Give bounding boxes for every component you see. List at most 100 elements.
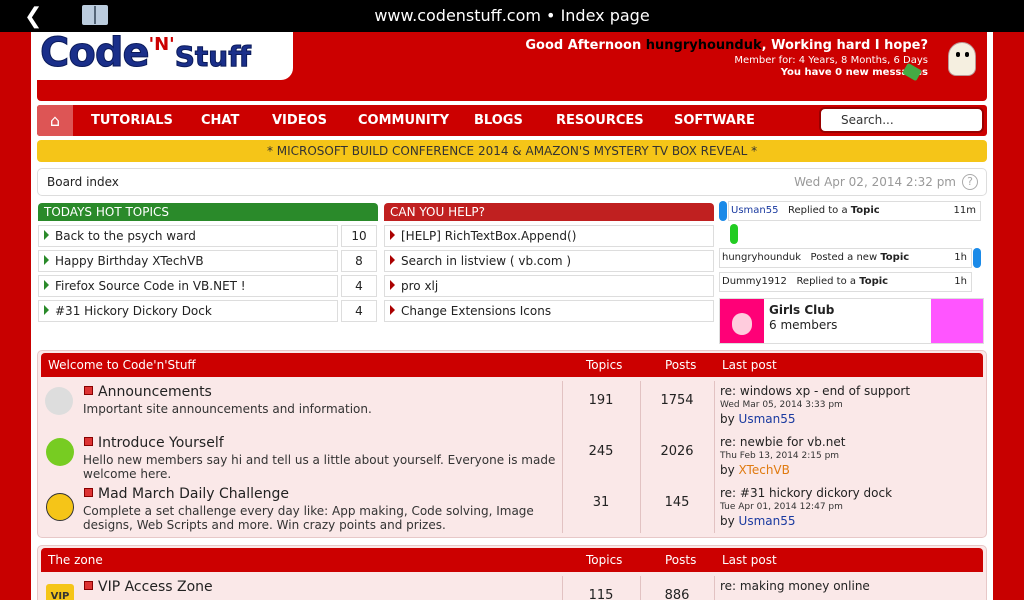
forum-title[interactable]: VIP Access Zone (84, 579, 213, 595)
arrow-icon (390, 280, 395, 290)
col-topics: Topics (586, 553, 623, 567)
megaphone-icon (45, 387, 73, 415)
divider (562, 381, 563, 533)
divider (640, 576, 641, 600)
club-color-swatch (931, 299, 983, 343)
help-topic-item[interactable]: [HELP] RichTextBox.Append() (384, 225, 714, 247)
col-posts: Posts (665, 358, 697, 372)
col-topics: Topics (586, 358, 623, 372)
hot-topic-item[interactable]: Back to the psych ward (38, 225, 338, 247)
forum-title[interactable]: Introduce Yourself (84, 435, 224, 451)
last-post-link[interactable]: re: making money online (720, 579, 870, 593)
breadcrumb: Board index Wed Apr 02, 2014 2:32 pm ? (37, 168, 987, 196)
forum-category: The zone Topics Posts Last post VIP VIP … (37, 545, 987, 600)
hot-topic-count: 8 (341, 250, 377, 272)
col-posts: Posts (665, 553, 697, 567)
nav-blogs[interactable]: BLOGS (474, 113, 523, 128)
forum-status-icon (84, 581, 93, 590)
activity-item[interactable]: Usman55 Replied to a Topic 11m (728, 201, 981, 221)
forum-description: Hello new members say hi and tell us a l… (83, 453, 556, 481)
activity-bubble (973, 248, 981, 268)
forum-category: Welcome to Code'n'Stuff Topics Posts Las… (37, 350, 987, 538)
hot-topic-item[interactable]: #31 Hickory Dickory Dock (38, 300, 338, 322)
forum-topics-count: 191 (588, 393, 614, 408)
nav-tutorials[interactable]: TUTORIALS (91, 113, 173, 128)
last-post-user[interactable]: XTechVB (739, 463, 790, 477)
username-link[interactable]: hungryhounduk (646, 38, 762, 53)
col-last-post: Last post (722, 553, 777, 567)
user-greeting: Good Afternoon hungryhounduk, Working ha… (525, 38, 928, 78)
arrow-icon (390, 305, 395, 315)
breadcrumb-board-index[interactable]: Board index (47, 175, 119, 189)
nav-videos[interactable]: VIDEOS (272, 113, 327, 128)
activity-bubble (730, 224, 738, 244)
activity-item[interactable]: hungryhounduk Posted a new Topic 1h (719, 248, 972, 268)
browser-bar: ❮ www.codenstuff.com • Index page (0, 0, 1024, 32)
last-post-date: Thu Feb 13, 2014 2:15 pm (720, 451, 840, 461)
forum-description: Important site announcements and informa… (83, 402, 372, 416)
member-duration: Member for: 4 Years, 8 Months, 6 Days (734, 55, 928, 66)
hot-topic-count: 10 (341, 225, 377, 247)
club-members: 6 members (769, 318, 838, 332)
nav-resources[interactable]: RESOURCES (556, 113, 644, 128)
club-name[interactable]: Girls Club (769, 303, 834, 317)
forum-title[interactable]: Mad March Daily Challenge (84, 486, 289, 502)
hot-topic-item[interactable]: Happy Birthday XTechVB (38, 250, 338, 272)
arrow-icon (44, 255, 49, 265)
forum-topics-count: 31 (592, 495, 610, 510)
user-avatar-icon[interactable] (948, 42, 976, 76)
arrow-icon (390, 255, 395, 265)
arrow-icon (44, 280, 49, 290)
hot-topic-item[interactable]: Firefox Source Code in VB.NET ! (38, 275, 338, 297)
current-date: Wed Apr 02, 2014 2:32 pm (794, 175, 956, 189)
last-post-user[interactable]: Usman55 (739, 514, 796, 528)
nav-software[interactable]: SOFTWARE (674, 113, 755, 128)
activity-item[interactable]: Dummy1912 Replied to a Topic 1h (719, 272, 972, 292)
forum-category-title[interactable]: Welcome to Code'n'Stuff (48, 353, 196, 377)
col-last-post: Last post (722, 358, 777, 372)
forum-last-post: re: newbie for vb.net Thu Feb 13, 2014 2… (720, 435, 846, 477)
last-post-date: Wed Mar 05, 2014 3:33 pm (720, 400, 843, 410)
last-post-link[interactable]: re: newbie for vb.net (720, 435, 845, 449)
page-url: www.codenstuff.com • Index page (374, 6, 650, 25)
help-topic-item[interactable]: Change Extensions Icons (384, 300, 714, 322)
vip-icon: VIP (46, 584, 74, 600)
search-input[interactable]: Search... (819, 107, 984, 133)
arrow-icon (44, 230, 49, 240)
forum-posts-count: 145 (664, 495, 690, 510)
forum-status-icon (84, 437, 93, 446)
club-card[interactable]: Girls Club 6 members (719, 298, 984, 344)
last-post-date: Tue Apr 01, 2014 12:47 pm (720, 502, 843, 512)
home-icon[interactable]: ⌂ (37, 105, 73, 136)
hot-topic-count: 4 (341, 275, 377, 297)
forum-last-post: re: windows xp - end of support Wed Mar … (720, 384, 911, 426)
help-icon[interactable]: ? (962, 174, 978, 190)
forum-topics-count: 115 (588, 588, 614, 600)
divider (562, 576, 563, 600)
nav-chat[interactable]: CHAT (201, 113, 239, 128)
forum-posts-count: 2026 (660, 444, 694, 459)
last-post-link[interactable]: re: windows xp - end of support (720, 384, 910, 398)
help-topic-item[interactable]: pro xlj (384, 275, 714, 297)
forum-category-title[interactable]: The zone (48, 548, 103, 572)
forum-title[interactable]: Announcements (84, 384, 212, 400)
hot-topic-count: 4 (341, 300, 377, 322)
forum-description: Complete a set challenge every day like:… (83, 504, 534, 532)
news-banner[interactable]: * MICROSOFT BUILD CONFERENCE 2014 & AMAZ… (37, 140, 987, 162)
divider (714, 576, 715, 600)
hello-icon (46, 438, 74, 466)
divider (714, 381, 715, 533)
smiley-glasses-icon (46, 493, 74, 521)
club-avatar (720, 299, 764, 343)
forum-category-header: Welcome to Code'n'Stuff Topics Posts Las… (41, 353, 983, 377)
forum-category-header: The zone Topics Posts Last post (41, 548, 983, 572)
forum-posts-count: 1754 (660, 393, 694, 408)
messages-link[interactable]: You have 0 new messages (525, 67, 928, 78)
forum-status-icon (84, 488, 93, 497)
last-post-link[interactable]: re: #31 hickory dickory dock (720, 486, 892, 500)
help-topic-item[interactable]: Search in listview ( vb.com ) (384, 250, 714, 272)
forum-posts-count: 886 (664, 588, 690, 600)
site-logo[interactable]: Code'N'Stuff (40, 30, 252, 77)
nav-community[interactable]: COMMUNITY (358, 113, 449, 128)
last-post-user[interactable]: Usman55 (739, 412, 796, 426)
